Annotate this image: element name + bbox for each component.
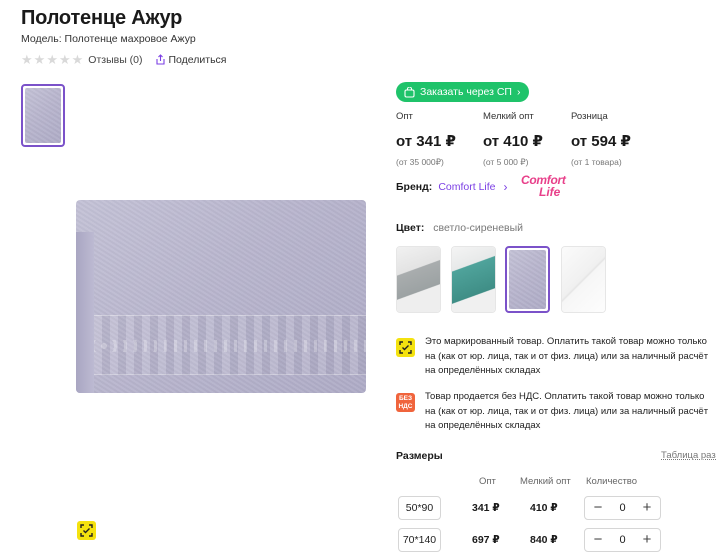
color-swatch-white[interactable] — [561, 246, 606, 313]
price-value: от 341 ₽ — [396, 133, 456, 150]
quantity-value[interactable]: 0 — [619, 502, 625, 514]
brand-row: Бренд: Comfort Life › — [396, 180, 508, 194]
product-title: Полотенце Ажур — [21, 7, 183, 29]
reviews-link[interactable]: Отзывы (0) — [88, 54, 142, 66]
minus-button[interactable]: − — [591, 532, 605, 547]
cart-icon — [404, 86, 415, 98]
share-icon — [155, 54, 165, 65]
marked-goods-notice: Это маркированный товар. Оплатить такой … — [396, 335, 716, 379]
price-value: от 410 ₽ — [483, 133, 543, 150]
size-row: 50*90 341 ₽ 410 ₽ − 0 + — [396, 496, 716, 522]
quantity-value[interactable]: 0 — [619, 534, 625, 546]
star-icon: ★ — [46, 52, 58, 67]
towel-fold — [76, 232, 94, 393]
notice-text: Это маркированный товар. Оплатить такой … — [425, 336, 709, 376]
quantity-stepper: − 0 + — [584, 528, 661, 552]
color-swatch-teal[interactable] — [451, 246, 496, 313]
size-price-small-opt: 410 ₽ — [530, 502, 558, 514]
chevron-right-icon: › — [516, 86, 521, 98]
star-icon: ★ — [58, 52, 71, 67]
column-header-opt: Опт — [479, 476, 496, 487]
brand-logo-text: Life — [539, 185, 561, 199]
price-note: (от 35 000₽) — [396, 157, 444, 167]
color-swatch-gray[interactable] — [396, 246, 441, 313]
swatch-image — [397, 247, 440, 312]
size-price-small-opt: 840 ₽ — [530, 534, 558, 546]
size-table-link[interactable]: Таблица разм — [661, 450, 716, 461]
price-small-opt: Мелкий опт от 410 ₽ (от 5 000 ₽) — [483, 111, 543, 168]
no-vat-icon-text: НДС — [398, 402, 413, 410]
size-chip[interactable]: 70*140 — [398, 528, 441, 552]
price-label: Мелкий опт — [483, 111, 534, 122]
size-price-opt: 697 ₽ — [472, 534, 500, 546]
marking-badge-icon — [77, 521, 96, 540]
quantity-stepper: − 0 + — [584, 496, 661, 520]
color-label: Цвет: — [396, 222, 425, 234]
size-row: 70*140 697 ₽ 840 ₽ − 0 + — [396, 528, 716, 554]
price-note: (от 5 000 ₽) — [483, 157, 529, 167]
swatch-image — [562, 247, 605, 312]
datamatrix-glyph — [399, 341, 412, 354]
order-via-sp-label: Заказать через СП — [420, 86, 512, 98]
star-icon: ★ — [33, 52, 46, 67]
towel-lace-pattern — [94, 340, 366, 352]
price-label: Опт — [396, 111, 413, 122]
no-vat-icon: БЕЗ НДС — [396, 393, 415, 412]
price-opt: Опт от 341 ₽ (от 35 000₽) — [396, 111, 456, 168]
thumbnail-image — [25, 88, 61, 143]
color-value: светло-сиреневый — [433, 222, 524, 234]
price-label: Розница — [571, 111, 608, 122]
no-vat-icon-text: БЕЗ — [398, 394, 413, 402]
share-button[interactable]: Поделиться — [155, 53, 227, 66]
size-price-opt: 341 ₽ — [472, 502, 500, 514]
brand-link[interactable]: Comfort Life — [438, 181, 495, 193]
price-value: от 594 ₽ — [571, 133, 631, 150]
sizes-title: Размеры — [396, 450, 443, 462]
color-swatch-lilac[interactable] — [505, 246, 550, 313]
star-icon: ★ — [71, 52, 84, 67]
swatch-image — [509, 250, 546, 309]
column-header-small-opt: Мелкий опт — [520, 476, 571, 487]
brand-label: Бренд: — [396, 181, 433, 193]
product-model: Модель: Полотенце махровое Ажур — [21, 33, 196, 45]
chevron-right-icon[interactable]: › — [504, 180, 508, 194]
product-main-image[interactable] — [76, 200, 366, 393]
rating-stars[interactable]: ★ ★ ★ ★ ★ — [21, 53, 83, 66]
price-retail: Розница от 594 ₽ (от 1 товара) — [571, 111, 631, 167]
notice-text: Товар продается без НДС. Оплатить такой … — [425, 391, 709, 431]
column-header-qty: Количество — [586, 476, 638, 487]
size-chip[interactable]: 50*90 — [398, 496, 441, 520]
share-label: Поделиться — [168, 53, 227, 66]
datamatrix-icon — [80, 524, 93, 537]
rating-row: ★ ★ ★ ★ ★ Отзывы (0) Поделиться — [21, 53, 226, 66]
brand-logo[interactable]: Comfort Life — [521, 174, 579, 198]
swatch-image — [452, 247, 495, 312]
gallery-thumbnail[interactable] — [21, 84, 65, 147]
plus-button[interactable]: + — [640, 500, 654, 515]
star-icon: ★ — [21, 52, 33, 67]
color-row: Цвет: светло-сиреневый — [396, 222, 523, 234]
order-via-sp-button[interactable]: Заказать через СП › — [396, 82, 530, 102]
datamatrix-icon — [396, 338, 415, 357]
plus-button[interactable]: + — [640, 532, 654, 547]
price-note: (от 1 товара) — [571, 157, 622, 167]
minus-button[interactable]: − — [591, 500, 605, 515]
no-vat-notice: БЕЗ НДС Товар продается без НДС. Оплатит… — [396, 390, 716, 434]
